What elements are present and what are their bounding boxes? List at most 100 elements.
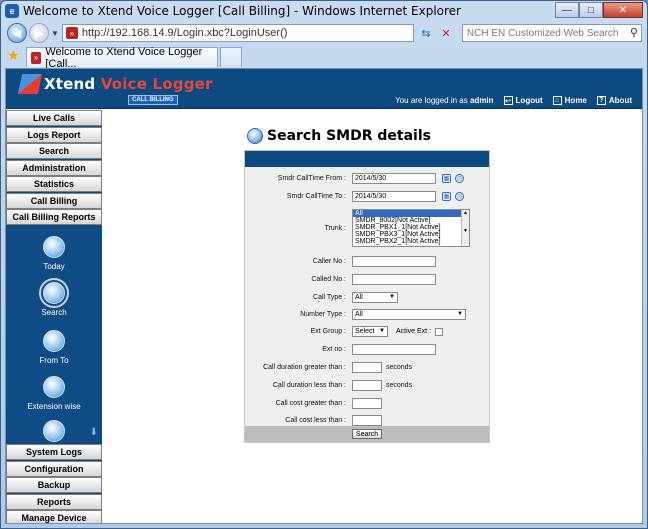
- sidebar-item-search[interactable]: Search: [6, 143, 102, 159]
- chevron-down-icon: ▼: [457, 311, 463, 317]
- xtend-logo: Xtend Voice Logger: [17, 74, 213, 94]
- sidebar-item-statistics[interactable]: Statistics: [6, 176, 102, 192]
- cost-less-input[interactable]: [352, 415, 382, 426]
- stop-icon[interactable]: ✕: [438, 25, 454, 41]
- logout-link[interactable]: ↩ Logout: [503, 96, 543, 105]
- calltype-select[interactable]: All ▼: [352, 292, 398, 303]
- row-calltime-to: Smdr CallTime To : 2014/5/30 ▦ ◷: [245, 191, 489, 202]
- time-to-icon[interactable]: ◷: [455, 192, 464, 201]
- page-favicon-icon: »: [65, 27, 78, 39]
- duration-less-input[interactable]: [352, 380, 382, 391]
- ie-app-icon: e: [5, 4, 19, 18]
- sidebar-item-live-calls[interactable]: Live Calls: [6, 110, 102, 126]
- sidebar-item-call-billing-reports[interactable]: Call Billing Reports: [6, 209, 102, 225]
- history-dropdown-icon[interactable]: ▼: [51, 29, 59, 38]
- activeext-label: Active Ext :: [396, 328, 432, 335]
- form-footer: Search: [245, 426, 489, 442]
- row-caller: Caller No :: [245, 256, 489, 267]
- cost-greater-input[interactable]: [352, 398, 382, 409]
- subnav-search[interactable]: Search: [6, 277, 102, 317]
- maximize-button[interactable]: □: [579, 2, 603, 18]
- row-extgroup: Ext Group : Select ▼ Active Ext :: [245, 326, 489, 337]
- calltime-to-input[interactable]: 2014/5/30: [352, 191, 436, 202]
- sidebar-item-call-billing[interactable]: Call Billing: [6, 192, 102, 209]
- sidebar-item-manage-device[interactable]: Manage Device: [6, 510, 102, 523]
- calltime-to-label: Smdr CallTime To :: [286, 193, 346, 200]
- search-details-icon: [247, 128, 263, 144]
- username: admin: [469, 96, 494, 105]
- chevron-down-icon: ▼: [379, 328, 385, 334]
- sidebar-lower: System Logs Configuration Backup Reports…: [6, 444, 102, 523]
- logo-mark-icon: [17, 74, 43, 94]
- minimize-button[interactable]: —: [555, 2, 579, 18]
- page-title: Search SMDR details: [267, 128, 431, 144]
- page-heading: Search SMDR details: [247, 128, 431, 144]
- refresh-icon[interactable]: ⇆: [418, 25, 434, 41]
- called-input[interactable]: [352, 274, 436, 285]
- web-search-input[interactable]: NCH EN Customized Web Search ⚲: [461, 24, 642, 42]
- app-banner: Xtend Voice Logger CALL BILLING You are …: [6, 69, 642, 109]
- extno-input[interactable]: [352, 344, 436, 355]
- sidebar-item-system-logs[interactable]: System Logs: [6, 444, 102, 460]
- duration-less-label: Call duration less than :: [272, 382, 346, 389]
- back-button[interactable]: ◀: [7, 23, 27, 43]
- sidebar-item-reports[interactable]: Reports: [6, 493, 102, 510]
- trunk-scrollbar[interactable]: ▲ ▼: [461, 210, 469, 246]
- caller-label: Caller No :: [312, 258, 346, 265]
- search-form: Smdr CallTime From : 2014/5/30 ▦ ◷ Smdr …: [244, 150, 490, 443]
- sidebar-item-administration[interactable]: Administration: [6, 159, 102, 176]
- logout-icon: ↩: [503, 96, 513, 105]
- search-icon[interactable]: ⚲: [630, 26, 638, 39]
- tab-current[interactable]: » Welcome to Xtend Voice Logger [Call...: [25, 45, 218, 70]
- numbertype-select[interactable]: All ▼: [352, 309, 466, 320]
- subnav-extension-wise[interactable]: Extension wise: [6, 375, 102, 411]
- caller-input[interactable]: [352, 256, 436, 267]
- subnav-today[interactable]: Today: [6, 235, 102, 271]
- logo-tag: CALL BILLING: [128, 95, 178, 105]
- sidebar-item-backup[interactable]: Backup: [6, 477, 102, 493]
- calltime-from-input[interactable]: 2014/5/30: [352, 173, 436, 184]
- duration-greater-input[interactable]: [352, 362, 382, 373]
- activeext-checkbox[interactable]: [435, 327, 444, 336]
- trunk-option[interactable]: SMDR_PBX3_1[Not Active]: [353, 231, 469, 238]
- calendar-from-icon[interactable]: ▦: [442, 174, 451, 183]
- extno-label: Ext no :: [322, 346, 346, 353]
- extgroup-label: Ext Group :: [310, 328, 346, 335]
- close-button[interactable]: ✕: [603, 2, 643, 18]
- forward-button[interactable]: ▶: [29, 23, 49, 43]
- subnav-from-to[interactable]: From To: [6, 329, 102, 365]
- new-tab-button[interactable]: [219, 47, 242, 67]
- window-title: Welcome to Xtend Voice Logger [Call Bill…: [23, 4, 461, 18]
- search-placeholder: NCH EN Customized Web Search: [466, 27, 619, 39]
- logo-xtend: Xtend: [44, 75, 96, 93]
- trunk-option[interactable]: SMDR_8002[Not Active]: [353, 217, 469, 224]
- row-cost-greater: Call cost greater than :: [245, 398, 489, 409]
- home-link[interactable]: ⌂ Home: [552, 96, 587, 105]
- row-calltime-from: Smdr CallTime From : 2014/5/30 ▦ ◷: [245, 173, 489, 184]
- extgroup-select[interactable]: Select ▼: [352, 326, 388, 337]
- sidebar-item-logs-report[interactable]: Logs Report: [6, 126, 102, 143]
- trunk-option[interactable]: SMDR_PBX2_1[Not Active]: [353, 238, 469, 245]
- time-from-icon[interactable]: ◷: [455, 174, 464, 183]
- seconds-label: seconds: [386, 382, 413, 389]
- logged-in-text: You are logged in as admin: [395, 96, 494, 105]
- about-link[interactable]: ? About: [596, 96, 632, 105]
- trunk-option[interactable]: SMDR_PBX1_1[Not Active]: [353, 224, 469, 231]
- subnav-next[interactable]: [6, 419, 102, 446]
- search-button[interactable]: Search: [351, 429, 383, 439]
- web-page: Xtend Voice Logger CALL BILLING You are …: [5, 68, 643, 524]
- trunk-option[interactable]: All: [353, 210, 469, 217]
- favorites-star-icon[interactable]: ★: [7, 47, 20, 64]
- sidebar-item-configuration[interactable]: Configuration: [6, 460, 102, 477]
- row-called: Called No :: [245, 274, 489, 285]
- tab-title: Welcome to Xtend Voice Logger [Call...: [45, 45, 203, 70]
- trunk-listbox[interactable]: All SMDR_8002[Not Active] SMDR_PBX1_1[No…: [352, 209, 470, 247]
- address-bar[interactable]: » http://192.168.14.9/Login.xbc?LoginUse…: [61, 24, 414, 42]
- row-trunk: Trunk : All SMDR_8002[Not Active] SMDR_P…: [245, 209, 489, 247]
- window-controls: — □ ✕: [555, 2, 643, 18]
- tab-favicon-icon: »: [30, 51, 42, 64]
- scroll-down-icon[interactable]: ⬇: [90, 427, 98, 438]
- calendar-to-icon[interactable]: ▦: [442, 192, 451, 201]
- chevron-down-icon: ▼: [389, 294, 395, 300]
- duration-greater-label: Call duration greater than :: [263, 364, 346, 371]
